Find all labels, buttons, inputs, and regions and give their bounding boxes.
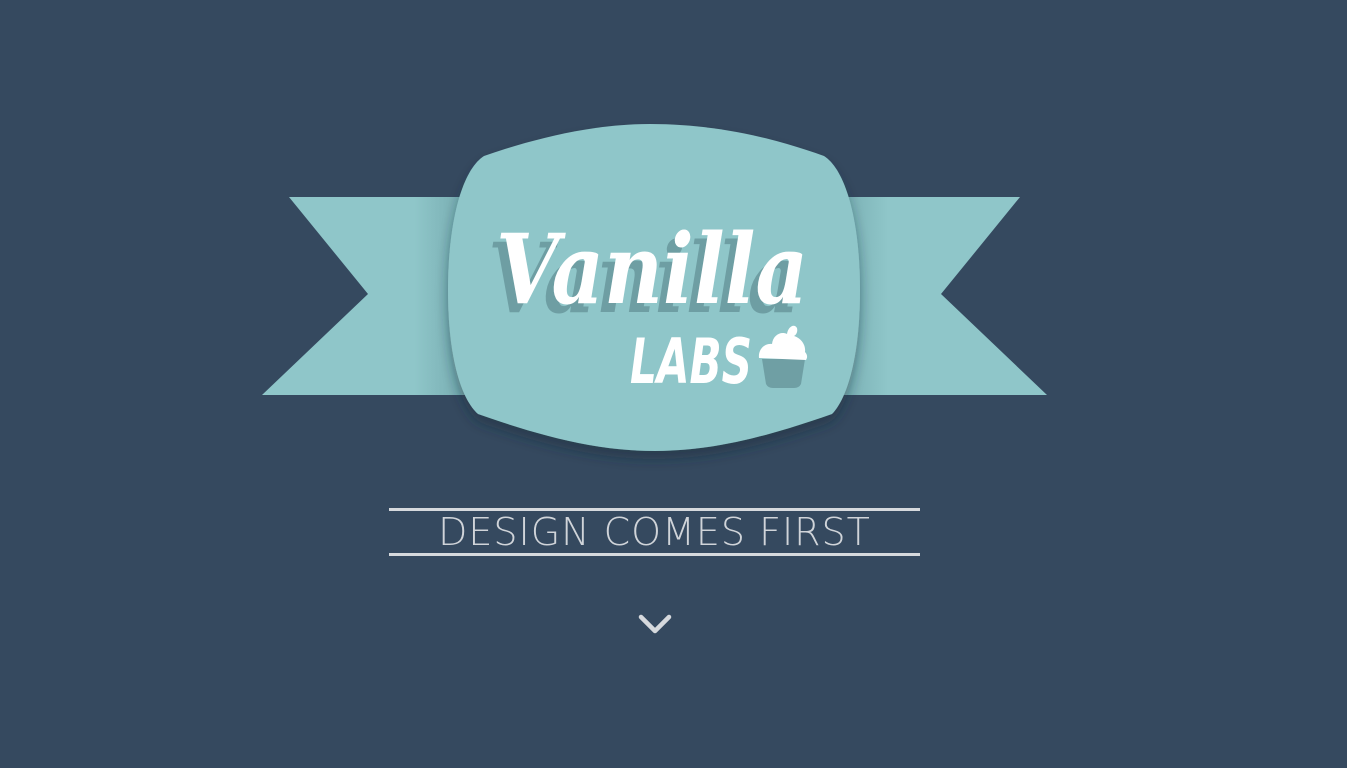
- brand-sub: LABS: [630, 325, 752, 398]
- scroll-down-button[interactable]: [636, 610, 674, 640]
- vanilla-labs-logo: Vanilla Vanilla LABS: [262, 124, 1047, 451]
- tagline: DESIGN COMES FIRST: [389, 508, 920, 556]
- ribbon-left: [262, 197, 480, 395]
- brand-script: Vanilla: [496, 213, 808, 326]
- hero-section: Vanilla Vanilla LABS DESIGN COMES FIRST: [0, 0, 1347, 768]
- chevron-down-icon: [638, 614, 672, 634]
- tagline-text: DESIGN COMES FIRST: [438, 510, 871, 554]
